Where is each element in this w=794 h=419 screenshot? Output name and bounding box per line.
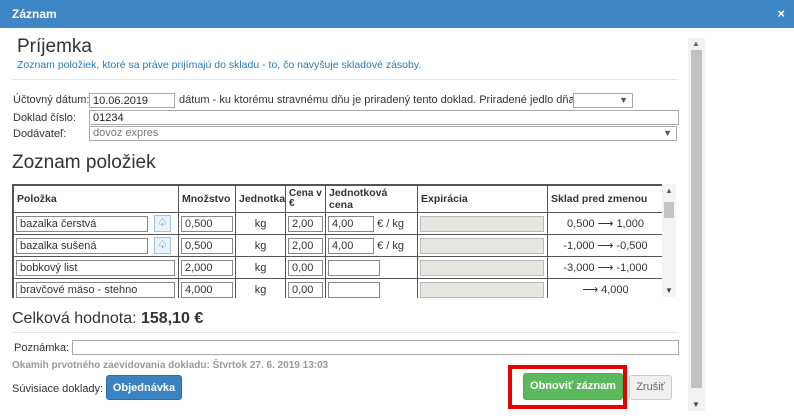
table-header: Položka Množstvo Jednotka Cena v € Jedno… <box>13 185 663 213</box>
meal-select[interactable]: ▼ <box>573 93 633 108</box>
dialog-scrollbar[interactable]: ▲ ▼ <box>688 38 705 411</box>
note-label: Poznámka: <box>14 342 70 354</box>
date-hint: dátum - ku ktorému stravnému dňu je prir… <box>179 94 578 106</box>
close-icon[interactable]: × <box>777 6 785 21</box>
stock-cell: -1,000 ⟶ -0,500 <box>547 234 663 257</box>
unit-price-input[interactable] <box>328 281 380 298</box>
qty-input[interactable]: 0,500 <box>181 237 233 254</box>
qty-input[interactable]: 4,000 <box>181 281 233 298</box>
bell-icon[interactable]: ♤ <box>154 215 171 232</box>
col-header-item: Položka <box>13 185 179 213</box>
total-value: 158,10 € <box>140 310 204 327</box>
total-label: Celková hodnota: <box>12 310 137 327</box>
item-name-input[interactable]: bravčové mäso - stehno <box>16 281 175 298</box>
price-input[interactable]: 2,00 <box>288 215 323 232</box>
price-input[interactable]: 2,00 <box>288 237 323 254</box>
col-header-price: Cena v € <box>285 185 326 213</box>
doc-label: Doklad číslo: <box>13 112 76 124</box>
expiry-input[interactable] <box>420 237 544 254</box>
qty-input[interactable]: 2,000 <box>181 259 233 276</box>
date-label: Účtovný dátum: <box>13 94 90 106</box>
item-name-input[interactable]: bazalka čerstvá <box>16 215 148 232</box>
supplier-label: Dodávateľ: <box>13 128 67 140</box>
date-input[interactable]: 10.06.2019 <box>89 93 175 108</box>
supplier-select[interactable]: dovoz expres ▼ <box>89 126 677 141</box>
unit-price-input[interactable]: 4,00 <box>328 237 374 254</box>
expiry-input[interactable] <box>420 281 544 298</box>
doc-number-input[interactable]: 01234 <box>89 110 679 125</box>
stock-cell: ⟶ 4,000 <box>547 278 663 298</box>
expiry-input[interactable] <box>420 259 544 276</box>
expiry-input[interactable] <box>420 215 544 232</box>
unit-cell: kg <box>235 212 286 235</box>
chevron-down-icon: ▼ <box>619 95 628 105</box>
table-scroll-thumb[interactable] <box>664 202 674 218</box>
unit-price-input[interactable]: 4,00 <box>328 215 374 232</box>
order-button[interactable]: Objednávka <box>106 375 182 400</box>
divider <box>12 332 678 333</box>
scroll-down-icon[interactable]: ▼ <box>692 400 700 409</box>
unit-cell: kg <box>235 234 286 257</box>
col-header-unit-price: Jednotková cena <box>325 185 418 213</box>
table-row: bazalka čerstvá ♤ 0,500 kg 2,00 4,00 € / … <box>13 212 663 235</box>
page-subtitle: Zoznam položiek, ktoré sa práve prijímaj… <box>17 59 422 71</box>
col-header-qty: Množstvo <box>178 185 236 213</box>
table-row: bobkový list 2,000 kg 0,00 -3,000 ⟶ -1,0… <box>13 256 663 279</box>
table-row: bazalka sušená ♤ 0,500 kg 2,00 4,00 € / k… <box>13 234 663 257</box>
page-title: Príjemka <box>17 36 92 57</box>
divider <box>12 79 678 80</box>
first-record-info: Okamih prvotného zaevidovania dokladu: Š… <box>12 360 329 371</box>
unit-cell: kg <box>235 256 286 279</box>
col-header-unit: Jednotka <box>235 185 286 213</box>
dialog-titlebar: Záznam × <box>0 0 794 28</box>
dialog-content: Príjemka Zoznam položiek, ktoré sa práve… <box>0 28 794 419</box>
cancel-button[interactable]: Zrušiť <box>629 375 672 400</box>
qty-input[interactable]: 0,500 <box>181 215 233 232</box>
table-scrollbar[interactable]: ▲ ▼ <box>662 184 676 297</box>
note-input[interactable] <box>72 340 679 355</box>
col-header-expiry: Expirácia <box>417 185 548 213</box>
update-record-button[interactable]: Obnoviť záznam <box>523 373 623 400</box>
stock-cell: 0,500 ⟶ 1,000 <box>547 212 663 235</box>
scroll-up-icon[interactable]: ▲ <box>692 39 700 48</box>
scroll-down-icon[interactable]: ▼ <box>665 286 673 295</box>
scroll-up-icon[interactable]: ▲ <box>665 186 673 195</box>
bell-icon[interactable]: ♤ <box>154 237 171 254</box>
dialog-scroll-thumb[interactable] <box>691 50 702 388</box>
unit-price-suffix: € / kg <box>377 239 404 252</box>
unit-cell: kg <box>235 278 286 298</box>
stock-cell: -3,000 ⟶ -1,000 <box>547 256 663 279</box>
related-docs-label: Súvisiace doklady: <box>12 383 104 395</box>
total-value-row: Celková hodnota: 158,10 € <box>12 310 203 328</box>
item-name-input[interactable]: bazalka sušená <box>16 237 148 254</box>
unit-price-input[interactable] <box>328 259 380 276</box>
item-name-input[interactable]: bobkový list <box>16 259 175 276</box>
price-input[interactable]: 0,00 <box>288 281 323 298</box>
items-table: Položka Množstvo Jednotka Cena v € Jedno… <box>12 184 663 298</box>
table-row: bravčové mäso - stehno 4,000 kg 0,00 ⟶ 4… <box>13 278 663 298</box>
chevron-down-icon: ▼ <box>663 128 672 138</box>
items-title: Zoznam položiek <box>12 152 156 173</box>
dialog-title: Záznam <box>12 7 57 21</box>
supplier-select-value: dovoz expres <box>93 127 159 139</box>
unit-price-suffix: € / kg <box>377 217 404 230</box>
col-header-stock: Sklad pred zmenou <box>547 185 663 213</box>
price-input[interactable]: 0,00 <box>288 259 323 276</box>
